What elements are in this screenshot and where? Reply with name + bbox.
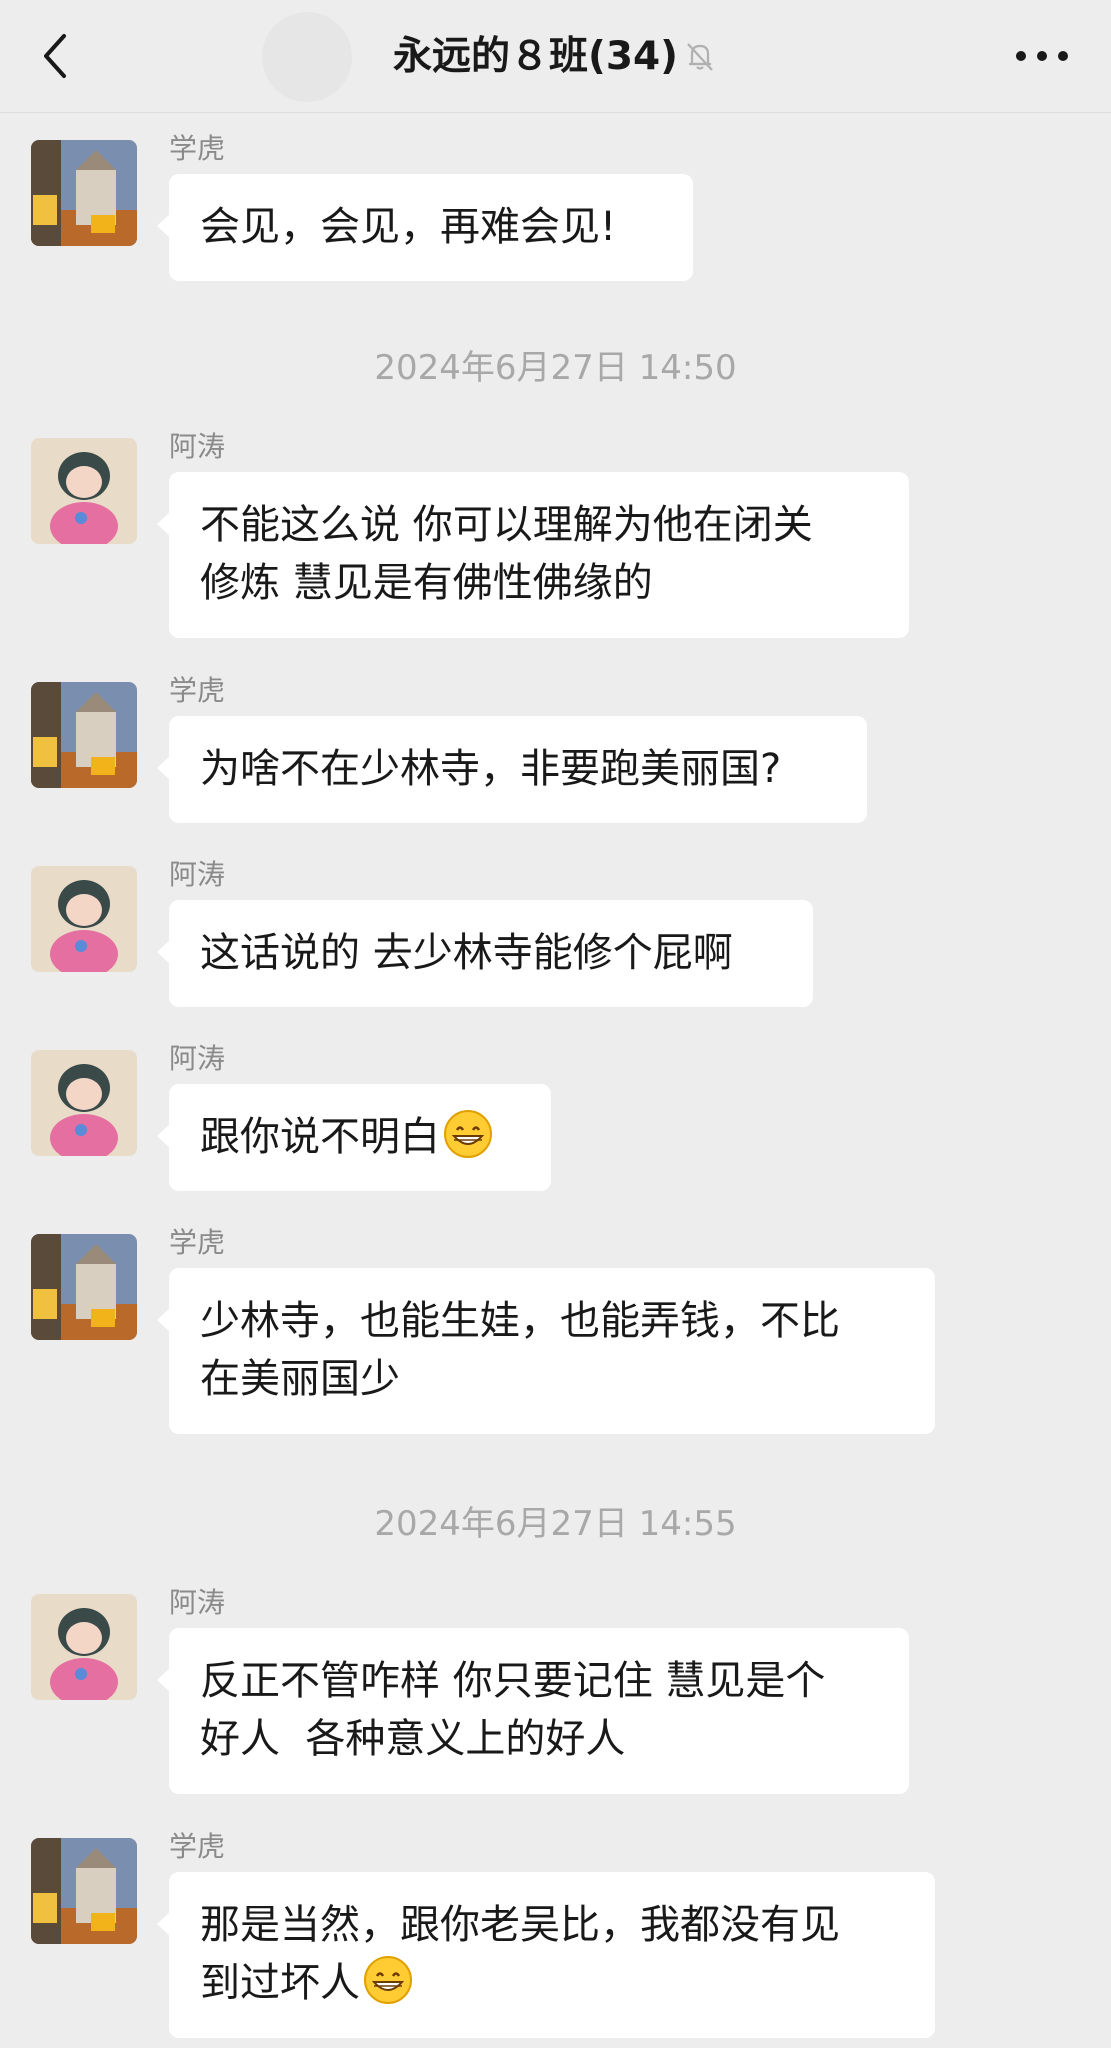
message-bubble[interactable]: 少林寺，也能生娃，也能弄钱，不比 在美丽国少 — [157, 1268, 935, 1434]
sender-name: 阿涛 — [169, 1042, 226, 1075]
grin-emoji — [364, 1956, 412, 2004]
message-text: 为啥不在少林寺，非要跑美丽国? — [200, 746, 782, 792]
girl-avatar[interactable] — [31, 1050, 137, 1156]
message-bubble[interactable]: 那是当然，跟你老吴比，我都没有见 到过坏人 — [157, 1872, 935, 2038]
message-text: 少林寺，也能生娃，也能弄钱，不比 在美丽国少 — [200, 1298, 840, 1402]
tower-avatar[interactable] — [31, 1838, 137, 1944]
sender-name: 学虎 — [169, 674, 226, 707]
sender-name: 学虎 — [169, 1830, 226, 1863]
message-bubble[interactable]: 会见，会见，再难会见! — [157, 174, 693, 281]
girl-avatar[interactable] — [31, 866, 137, 972]
sender-name: 学虎 — [169, 132, 226, 165]
message-text: 那是当然，跟你老吴比，我都没有见 到过坏人 — [200, 1902, 840, 2006]
girl-avatar[interactable] — [31, 438, 137, 544]
sender-name: 阿涛 — [169, 430, 226, 463]
message-bubble[interactable]: 不能这么说 你可以理解为他在闭关 修炼 慧见是有佛性佛缘的 — [157, 472, 909, 638]
more-dots-icon[interactable] — [1013, 48, 1071, 64]
tower-avatar[interactable] — [31, 1234, 137, 1340]
timestamp: 2024年6月27日 14:50 — [374, 348, 737, 388]
bell-muted-icon — [687, 42, 713, 71]
message-text: 不能这么说 你可以理解为他在闭关 修炼 慧见是有佛性佛缘的 — [200, 502, 813, 606]
sender-name: 阿涛 — [169, 858, 226, 891]
grin-emoji — [444, 1110, 492, 1158]
message-text: 跟你说不明白 — [200, 1114, 440, 1160]
message-bubble[interactable]: 反正不管咋样 你只要记住 慧见是个 好人 各种意义上的好人 — [157, 1628, 909, 1794]
message-bubble[interactable]: 这话说的 去少林寺能修个屁啊 — [157, 900, 813, 1007]
message-text: 会见，会见，再难会见! — [200, 204, 617, 250]
message-bubble[interactable]: 跟你说不明白 — [157, 1084, 551, 1191]
chat-title: 永远的８班(34) — [0, 28, 1111, 86]
tower-avatar[interactable] — [31, 140, 137, 246]
chat-header: 永远的８班(34) — [0, 0, 1111, 113]
sender-name: 阿涛 — [169, 1586, 226, 1619]
message-text: 反正不管咋样 你只要记住 慧见是个 好人 各种意义上的好人 — [200, 1658, 826, 1762]
chat-title-text: 永远的８班(34) — [393, 34, 678, 79]
girl-avatar[interactable] — [31, 1594, 137, 1700]
message-bubble[interactable]: 为啥不在少林寺，非要跑美丽国? — [157, 716, 867, 823]
message-text: 这话说的 去少林寺能修个屁啊 — [200, 930, 733, 976]
sender-name: 学虎 — [169, 1226, 226, 1259]
tower-avatar[interactable] — [31, 682, 137, 788]
timestamp: 2024年6月27日 14:55 — [374, 1504, 737, 1544]
